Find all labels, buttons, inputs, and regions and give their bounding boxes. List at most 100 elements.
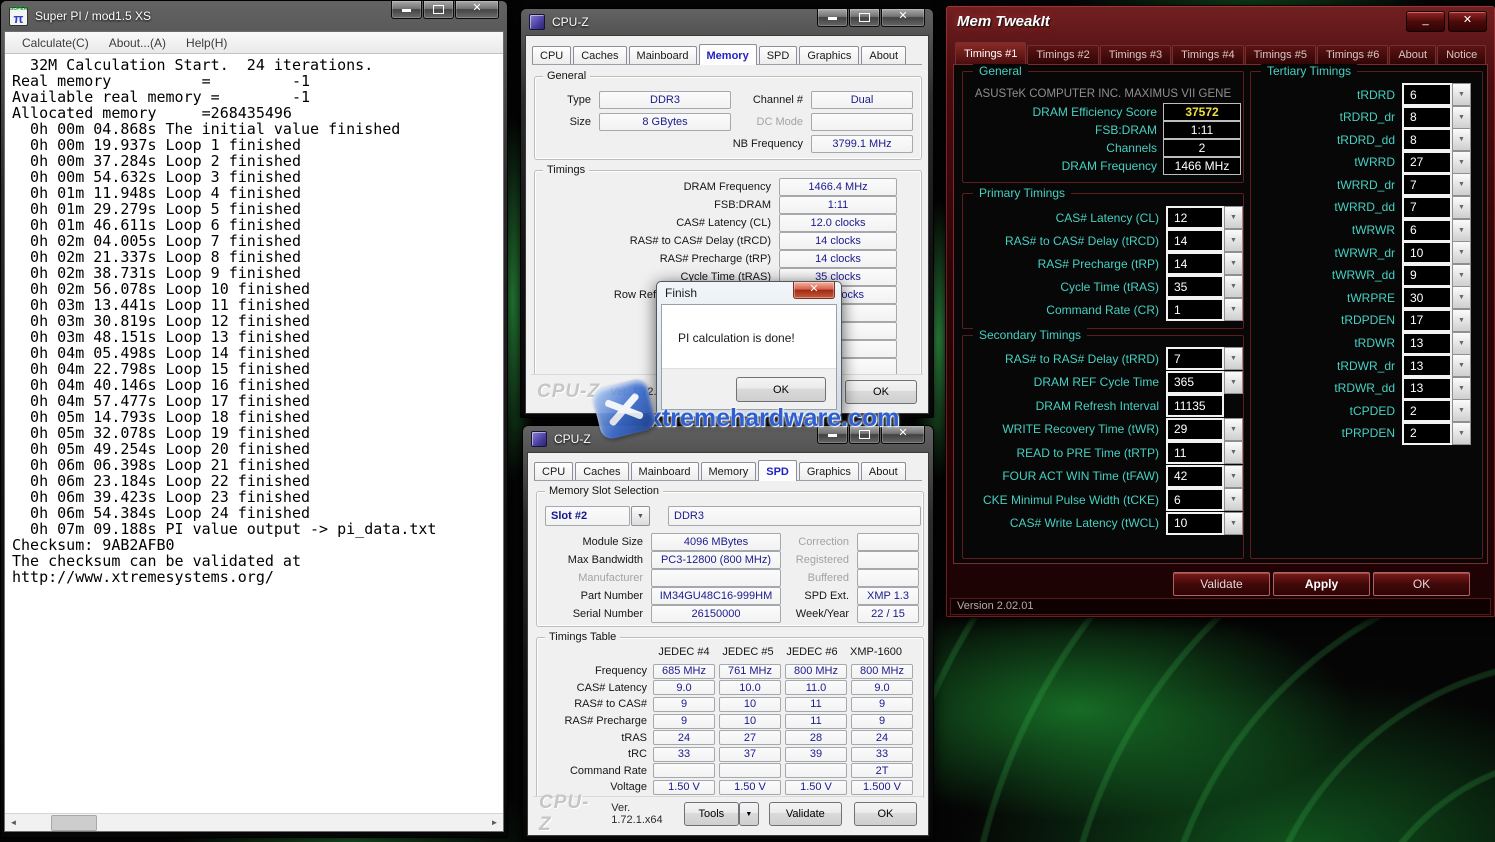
tab-memory[interactable]: Memory bbox=[701, 462, 757, 480]
close-button[interactable]: ✕ bbox=[881, 9, 925, 27]
dropdown-icon[interactable]: ▼ bbox=[1452, 241, 1471, 264]
tab-about[interactable]: About bbox=[1389, 45, 1436, 64]
timing-value[interactable]: 365 bbox=[1166, 371, 1224, 394]
dropdown-icon[interactable]: ▼ bbox=[1452, 219, 1471, 242]
dropdown-icon[interactable]: ▼ bbox=[1452, 377, 1471, 400]
superpi-titlebar[interactable]: SUPERπ Super PI / mod1.5 XS ✕ bbox=[1, 1, 507, 31]
tab-about[interactable]: About bbox=[861, 462, 906, 480]
cpuz-spd-titlebar[interactable]: CPU-Z ✕ bbox=[523, 426, 933, 452]
scroll-right-button[interactable]: ► bbox=[486, 814, 503, 831]
tab-timings-5[interactable]: Timings #5 bbox=[1245, 45, 1316, 64]
timing-value[interactable]: 1 bbox=[1166, 298, 1224, 321]
dropdown-icon[interactable]: ▼ bbox=[1224, 441, 1243, 464]
minimize-button[interactable] bbox=[817, 9, 848, 27]
tab-timings-4[interactable]: Timings #4 bbox=[1172, 45, 1243, 64]
dropdown-icon[interactable]: ▼ bbox=[1224, 465, 1243, 488]
close-button[interactable]: ✕ bbox=[793, 282, 835, 299]
close-button[interactable]: ✕ bbox=[1448, 11, 1487, 32]
horizontal-scrollbar[interactable]: ◄ ► bbox=[5, 813, 503, 831]
tab-about[interactable]: About bbox=[861, 46, 906, 64]
dropdown-icon[interactable]: ▼ bbox=[1224, 488, 1243, 511]
finish-dialog-titlebar[interactable]: Finish ✕ bbox=[657, 282, 841, 304]
timing-value[interactable]: 12 bbox=[1166, 206, 1224, 229]
maximize-button[interactable] bbox=[849, 426, 880, 444]
timing-value[interactable]: 2 bbox=[1402, 422, 1452, 445]
tab-mainboard[interactable]: Mainboard bbox=[629, 46, 697, 64]
dropdown-icon[interactable]: ▼ bbox=[1452, 83, 1471, 106]
dropdown-icon[interactable]: ▼ bbox=[1452, 173, 1471, 196]
timing-value[interactable]: 13 bbox=[1402, 332, 1452, 355]
cpuz-memory-titlebar[interactable]: CPU-Z ✕ bbox=[521, 9, 933, 35]
timing-value[interactable]: 14 bbox=[1166, 252, 1224, 275]
validate-button[interactable]: Validate bbox=[1173, 572, 1270, 596]
timing-value[interactable]: 13 bbox=[1402, 354, 1452, 377]
menu-calculate[interactable]: Calculate(C) bbox=[13, 36, 98, 50]
tab-caches[interactable]: Caches bbox=[573, 46, 626, 64]
dropdown-icon[interactable]: ▼ bbox=[1224, 347, 1243, 370]
maximize-button[interactable] bbox=[849, 9, 880, 27]
dropdown-icon[interactable]: ▼ bbox=[1224, 252, 1243, 275]
timing-value[interactable]: 42 bbox=[1166, 465, 1224, 488]
dropdown-icon[interactable]: ▼ bbox=[1452, 196, 1471, 219]
dropdown-icon[interactable]: ▼ bbox=[1452, 286, 1471, 309]
timing-value[interactable]: 17 bbox=[1402, 309, 1452, 332]
maximize-button[interactable] bbox=[423, 1, 454, 19]
dropdown-icon[interactable]: ▼ bbox=[1224, 275, 1243, 298]
tab-mainboard[interactable]: Mainboard bbox=[631, 462, 699, 480]
dropdown-icon[interactable]: ▼ bbox=[1224, 371, 1243, 394]
dropdown-icon[interactable]: ▼ bbox=[1452, 332, 1471, 355]
timing-value[interactable]: 8 bbox=[1402, 106, 1452, 129]
timing-value[interactable]: 29 bbox=[1166, 418, 1224, 441]
dropdown-icon[interactable]: ▼ bbox=[1452, 354, 1471, 377]
dropdown-icon[interactable]: ▼ bbox=[1452, 151, 1471, 174]
apply-button[interactable]: Apply bbox=[1273, 572, 1370, 596]
tools-dropdown-icon[interactable]: ▼ bbox=[739, 802, 759, 826]
menu-about[interactable]: About...(A) bbox=[100, 36, 175, 50]
tab-timings-1[interactable]: Timings #1 bbox=[955, 42, 1026, 64]
timing-value[interactable]: 11 bbox=[1166, 441, 1224, 464]
timing-value[interactable]: 27 bbox=[1402, 151, 1452, 174]
ok-button[interactable]: OK bbox=[1373, 572, 1470, 596]
menu-help[interactable]: Help(H) bbox=[177, 36, 236, 50]
tab-cpu[interactable]: CPU bbox=[534, 462, 573, 480]
timing-value[interactable]: 11135 bbox=[1166, 394, 1224, 417]
dropdown-icon[interactable]: ▼ bbox=[1452, 422, 1471, 445]
dropdown-icon[interactable]: ▼ bbox=[1224, 418, 1243, 441]
slot-select-dropdown-icon[interactable]: ▼ bbox=[631, 506, 650, 526]
timing-value[interactable]: 2 bbox=[1402, 399, 1452, 422]
tab-graphics[interactable]: Graphics bbox=[799, 462, 859, 480]
timing-value[interactable]: 30 bbox=[1402, 286, 1452, 309]
tab-spd[interactable]: SPD bbox=[759, 46, 798, 64]
timing-value[interactable]: 13 bbox=[1402, 377, 1452, 400]
tab-graphics[interactable]: Graphics bbox=[799, 46, 859, 64]
scroll-left-button[interactable]: ◄ bbox=[5, 814, 22, 831]
scroll-thumb[interactable] bbox=[51, 815, 97, 831]
timing-value[interactable]: 35 bbox=[1166, 275, 1224, 298]
minimize-button[interactable] bbox=[817, 426, 848, 444]
minimize-button[interactable] bbox=[391, 1, 422, 19]
memtweakit-titlebar[interactable]: Mem TweakIt _ ✕ bbox=[946, 6, 1495, 36]
dropdown-icon[interactable]: ▼ bbox=[1452, 309, 1471, 332]
ok-button[interactable]: OK bbox=[854, 802, 917, 826]
dropdown-icon[interactable]: ▼ bbox=[1224, 206, 1243, 229]
tab-spd[interactable]: SPD bbox=[758, 460, 797, 481]
tab-timings-3[interactable]: Timings #3 bbox=[1100, 45, 1171, 64]
tab-memory[interactable]: Memory bbox=[699, 44, 757, 65]
dropdown-icon[interactable]: ▼ bbox=[1224, 229, 1243, 252]
timing-value[interactable]: 6 bbox=[1402, 219, 1452, 242]
dropdown-icon[interactable]: ▼ bbox=[1452, 128, 1471, 151]
dropdown-icon[interactable]: ▼ bbox=[1452, 264, 1471, 287]
validate-button[interactable]: Validate bbox=[769, 802, 842, 826]
timing-value[interactable]: 8 bbox=[1402, 128, 1452, 151]
close-button[interactable]: ✕ bbox=[455, 1, 499, 19]
tools-button[interactable]: Tools bbox=[684, 802, 739, 826]
timing-value[interactable]: 6 bbox=[1166, 488, 1224, 511]
timing-value[interactable]: 6 bbox=[1402, 83, 1452, 106]
dropdown-icon[interactable]: ▼ bbox=[1224, 512, 1243, 535]
tab-caches[interactable]: Caches bbox=[575, 462, 628, 480]
slot-select[interactable]: Slot #2 bbox=[545, 506, 630, 526]
dropdown-icon[interactable]: ▼ bbox=[1452, 399, 1471, 422]
timing-value[interactable]: 10 bbox=[1402, 241, 1452, 264]
dropdown-icon[interactable]: ▼ bbox=[1452, 106, 1471, 129]
timing-value[interactable]: 14 bbox=[1166, 229, 1224, 252]
